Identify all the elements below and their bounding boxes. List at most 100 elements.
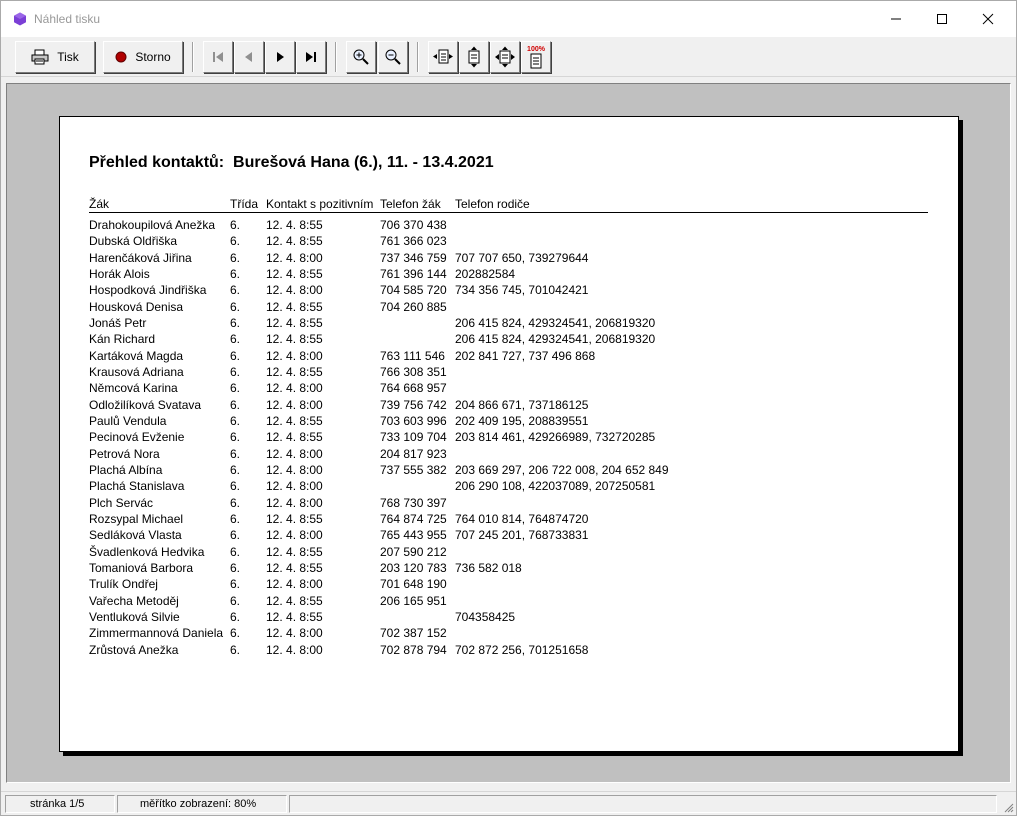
table-row: Paulů Vendula 6. 12. 4. 8:55 703 603 996 202… [89,413,928,429]
first-page-button[interactable] [203,41,233,73]
cell-student-phone: 203 120 783 [380,561,447,576]
cell-student-phone: 737 555 382 [380,462,447,477]
cell-class: 6. [230,512,241,527]
status-page: stránka 1/5 [5,795,115,813]
prev-page-button[interactable] [234,41,264,73]
last-page-button[interactable] [296,41,326,73]
cell-parent-phone [455,233,928,249]
cell-contact-time: 12. 4. 8:55 [266,218,323,233]
cell-class: 6. [230,315,241,330]
table-row: Zimmermannová Daniela 6. 12. 4. 8:00 702 38… [89,625,928,641]
cell-contact-time: 12. 4. 8:55 [266,315,323,330]
cell-parent-phone: 707 245 201, 768733831 [455,528,589,543]
cell-student: Drahokoupilová Anežka [89,218,216,233]
cell-student: Švadlenková Hedvika [89,544,205,559]
cell-student: Dubská Oldřiška [89,234,178,249]
cancel-button[interactable]: Storno [103,41,183,73]
table-header-row: Žák Třída Kontakt s pozitivním Telefon ž… [89,197,928,213]
cell-parent-phone: 206 290 108, 422037089, 207250581 [455,479,656,494]
cell-student: Petrová Nora [89,446,160,461]
cell-student-phone: 763 111 546 [380,348,445,363]
preview-area[interactable]: Přehled kontaktů: Burešová Hana (6.), 11… [6,83,1011,783]
cell-class: 6. [230,626,241,641]
cell-student: Jonáš Petr [89,315,147,330]
column-header-contact: Kontakt s pozitivním [266,197,380,213]
close-button[interactable] [965,1,1011,37]
cell-class: 6. [230,218,241,233]
cell-contact-time: 12. 4. 8:55 [266,512,323,527]
cell-student: Zrůstová Anežka [89,642,179,657]
cell-student: Zimmermannová Daniela [89,626,224,641]
cell-parent-phone: 704358425 [455,610,516,625]
next-page-icon [277,52,284,62]
cell-contact-time: 12. 4. 8:00 [266,479,323,494]
first-page-icon [213,52,223,62]
cancel-label: Storno [135,50,171,64]
cell-student-phone: 703 603 996 [380,413,447,428]
fit-height-icon [468,46,480,68]
zoom-100-button[interactable]: 100% [521,41,551,73]
cell-student: Hospodková Jindřiška [89,283,207,298]
cell-student-phone: 768 730 397 [380,495,447,510]
cell-class: 6. [230,234,241,249]
cell-student: Odložilíková Svatava [89,397,202,412]
fit-width-button[interactable] [428,41,458,73]
cell-student: Trulík Ondřej [89,577,158,592]
cell-contact-time: 12. 4. 8:55 [266,430,323,445]
fit-height-button[interactable] [459,41,489,73]
toolbar: Tisk Storno 100% [1,37,1016,77]
cell-parent-phone: 202 841 727, 737 496 868 [455,348,596,363]
cell-contact-time: 12. 4. 8:55 [266,234,323,249]
column-header-student: Žák [89,197,230,213]
cell-contact-time: 12. 4. 8:00 [266,495,323,510]
table-row: Odložilíková Svatava 6. 12. 4. 8:00 739 756… [89,396,928,412]
cell-student-phone: 702 387 152 [380,626,447,641]
cell-contact-time: 12. 4. 8:00 [266,626,323,641]
cell-class: 6. [230,332,241,347]
cell-student-phone: 701 648 190 [380,577,447,592]
cell-student-phone: 764 874 725 [380,512,447,527]
print-button[interactable]: Tisk [15,41,95,73]
cell-student-phone: 761 396 144 [380,266,447,281]
printer-icon [31,49,49,65]
table-row: Plachá Stanislava 6. 12. 4. 8:00 206 290 10… [89,478,928,494]
cell-class: 6. [230,561,241,576]
cell-student: Plachá Albína [89,462,163,477]
cell-class: 6. [230,446,241,461]
contacts-table: Žák Třída Kontakt s pozitivním Telefon ž… [89,197,928,658]
cell-student-phone [380,609,455,625]
next-page-button[interactable] [265,41,295,73]
cell-parent-phone [455,298,928,314]
cell-class: 6. [230,610,241,625]
stop-icon [115,51,127,63]
table-row: Petrová Nora 6. 12. 4. 8:00 204 817 923 [89,445,928,461]
cell-contact-time: 12. 4. 8:55 [266,610,323,625]
cell-parent-phone [455,495,928,511]
maximize-button[interactable] [919,1,965,37]
cell-contact-time: 12. 4. 8:00 [266,577,323,592]
cell-contact-time: 12. 4. 8:00 [266,381,323,396]
cell-student-phone [380,478,455,494]
cell-class: 6. [230,348,241,363]
cell-parent-phone [455,576,928,592]
cell-student: Kartáková Magda [89,348,184,363]
zoom-out-button[interactable] [378,41,408,73]
fit-page-icon [495,46,515,68]
column-header-class: Třída [230,197,266,213]
minimize-button[interactable] [873,1,919,37]
cell-student-phone: 706 370 438 [380,218,447,233]
cell-contact-time: 12. 4. 8:55 [266,364,323,379]
toolbar-separator [335,42,337,72]
fit-page-button[interactable] [490,41,520,73]
print-preview-window: Náhled tisku Tisk Storno 100% Přehled ko… [0,0,1017,816]
resize-grip-icon[interactable] [1002,801,1014,813]
app-icon [14,12,26,26]
cell-parent-phone [455,445,928,461]
cell-student-phone: 704 585 720 [380,283,447,298]
prev-page-icon [245,52,252,62]
cell-student: Tomaniová Barbora [89,561,194,576]
zoom-in-button[interactable] [346,41,376,73]
table-row: Kartáková Magda 6. 12. 4. 8:00 763 111 546 2… [89,347,928,363]
zoom-out-icon [385,49,401,65]
table-row: Hospodková Jindřiška 6. 12. 4. 8:00 704 585… [89,282,928,298]
